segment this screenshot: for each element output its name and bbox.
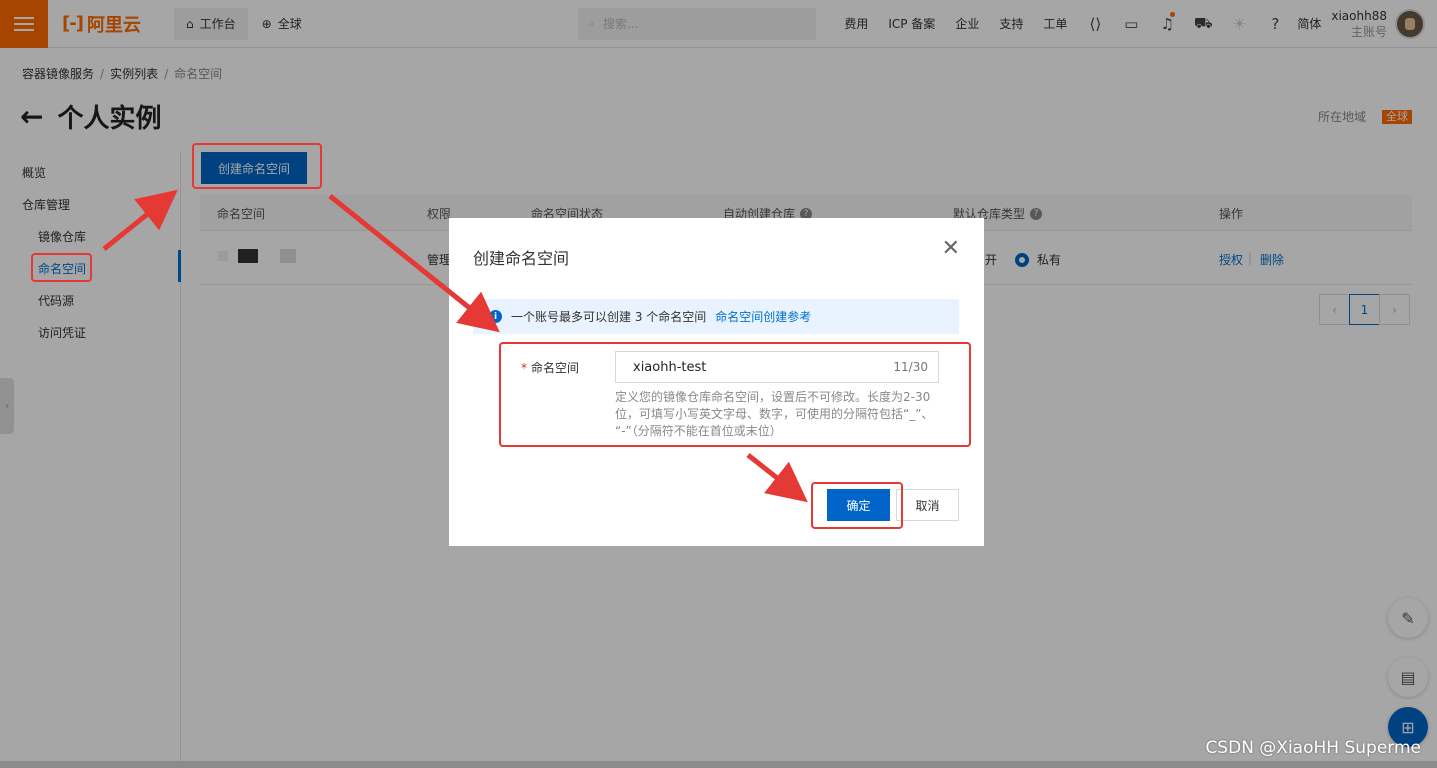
info-notice: i 一个账号最多可以创建 3 个命名空间 命名空间创建参考 [473,299,959,334]
annotation-box-sidebar [31,253,92,282]
watermark-text: CSDN @XiaoHH Superme [1205,738,1421,758]
annotation-box-confirm [811,482,903,529]
notice-text: 一个账号最多可以创建 3 个命名空间 [511,310,707,324]
info-icon: i [489,310,502,323]
annotation-box-field [499,342,971,447]
cancel-button[interactable]: 取消 [896,489,959,521]
dialog-title: 创建命名空间 [473,249,570,268]
close-icon[interactable]: ✕ [942,236,960,261]
namespace-guide-link[interactable]: 命名空间创建参考 [715,308,811,325]
annotation-box-create [192,143,322,189]
